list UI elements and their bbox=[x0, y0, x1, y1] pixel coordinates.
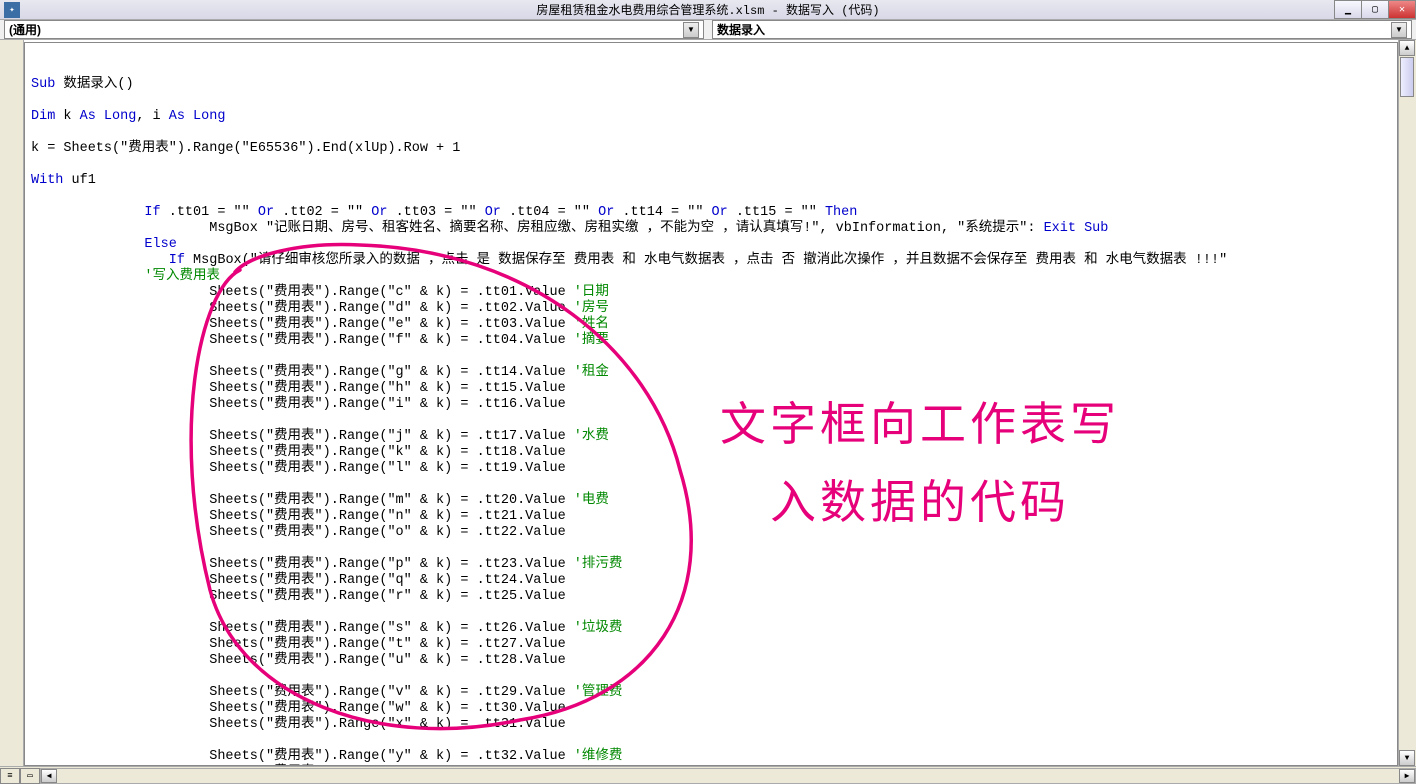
scroll-thumb[interactable] bbox=[1400, 57, 1414, 97]
code-line[interactable]: Sheets("费用表").Range("q" & k) = .tt24.Val… bbox=[31, 573, 1391, 589]
code-content[interactable]: Sub 数据录入() Dim k As Long, i As Long k = … bbox=[25, 75, 1397, 766]
code-line[interactable] bbox=[31, 733, 1391, 749]
minimize-button[interactable]: ▁ bbox=[1334, 0, 1362, 19]
code-line[interactable]: MsgBox "记账日期、房号、租客姓名、摘要名称、房租应缴、房租实缴 ，不能为… bbox=[31, 221, 1391, 237]
maximize-button[interactable]: ▢ bbox=[1361, 0, 1389, 19]
scroll-up-button[interactable]: ▲ bbox=[1399, 40, 1415, 56]
window-controls: ▁ ▢ ✕ bbox=[1335, 0, 1416, 20]
window-title: 房屋租赁租金水电费用综合管理系统.xlsm - 数据写入 (代码) bbox=[536, 1, 879, 18]
scroll-down-button[interactable]: ▼ bbox=[1399, 750, 1415, 766]
code-line[interactable]: k = Sheets("费用表").Range("E65536").End(xl… bbox=[31, 141, 1391, 157]
code-line[interactable] bbox=[31, 93, 1391, 109]
object-dropdown[interactable]: (通用) ▼ bbox=[4, 20, 704, 39]
code-line[interactable] bbox=[31, 413, 1391, 429]
code-line[interactable]: Sheets("费用表").Range("l" & k) = .tt19.Val… bbox=[31, 461, 1391, 477]
code-line[interactable] bbox=[31, 541, 1391, 557]
code-line[interactable]: Sheets("费用表").Range("r" & k) = .tt25.Val… bbox=[31, 589, 1391, 605]
code-line[interactable]: '写入费用表 bbox=[31, 269, 1391, 285]
code-line[interactable]: Sub 数据录入() bbox=[31, 77, 1391, 93]
code-line[interactable] bbox=[31, 605, 1391, 621]
chevron-down-icon: ▼ bbox=[1391, 22, 1407, 38]
title-bar: ✦ 房屋租赁租金水电费用综合管理系统.xlsm - 数据写入 (代码) ▁ ▢ … bbox=[0, 0, 1416, 20]
horizontal-scrollbar[interactable]: ◀ ▶ bbox=[40, 768, 1416, 784]
code-line[interactable]: Else bbox=[31, 237, 1391, 253]
code-line[interactable]: With uf1 bbox=[31, 173, 1391, 189]
code-line[interactable]: Sheets("费用表").Range("m" & k) = .tt20.Val… bbox=[31, 493, 1391, 509]
code-line[interactable]: Sheets("费用表").Range("p" & k) = .tt23.Val… bbox=[31, 557, 1391, 573]
bottom-bar: ≡ ▭ ◀ ▶ bbox=[0, 766, 1416, 784]
code-line[interactable]: Sheets("费用表").Range("n" & k) = .tt21.Val… bbox=[31, 509, 1391, 525]
code-line[interactable]: Sheets("费用表").Range("v" & k) = .tt29.Val… bbox=[31, 685, 1391, 701]
code-editor[interactable]: Sub 数据录入() Dim k As Long, i As Long k = … bbox=[24, 42, 1398, 766]
scroll-right-button[interactable]: ▶ bbox=[1399, 769, 1415, 783]
code-line[interactable]: Dim k As Long, i As Long bbox=[31, 109, 1391, 125]
code-line[interactable]: Sheets("费用表").Range("w" & k) = .tt30.Val… bbox=[31, 701, 1391, 717]
vertical-scrollbar[interactable]: ▲ ▼ bbox=[1398, 40, 1416, 766]
procedure-dropdown[interactable]: 数据录入 ▼ bbox=[712, 20, 1412, 39]
margin-indicator-bar bbox=[0, 40, 24, 784]
code-line[interactable]: Sheets("费用表").Range("i" & k) = .tt16.Val… bbox=[31, 397, 1391, 413]
code-line[interactable] bbox=[31, 477, 1391, 493]
code-line[interactable]: If .tt01 = "" Or .tt02 = "" Or .tt03 = "… bbox=[31, 205, 1391, 221]
code-line[interactable]: Sheets("费用表").Range("g" & k) = .tt14.Val… bbox=[31, 365, 1391, 381]
code-line[interactable]: Sheets("费用表").Range("h" & k) = .tt15.Val… bbox=[31, 381, 1391, 397]
code-line[interactable]: Sheets("费用表").Range("o" & k) = .tt22.Val… bbox=[31, 525, 1391, 541]
scroll-left-button[interactable]: ◀ bbox=[41, 769, 57, 783]
code-line[interactable] bbox=[31, 669, 1391, 685]
code-line[interactable]: Sheets("费用表").Range("y" & k) = .tt32.Val… bbox=[31, 749, 1391, 765]
code-line[interactable]: Sheets("费用表").Range("t" & k) = .tt27.Val… bbox=[31, 637, 1391, 653]
code-line[interactable]: If MsgBox("请仔细审核您所录入的数据 ，点击 是 数据保存至 费用表 … bbox=[31, 253, 1391, 269]
full-module-view-button[interactable]: ▭ bbox=[20, 768, 40, 784]
code-line[interactable]: Sheets("费用表").Range("j" & k) = .tt17.Val… bbox=[31, 429, 1391, 445]
code-line[interactable] bbox=[31, 349, 1391, 365]
procedure-view-button[interactable]: ≡ bbox=[0, 768, 20, 784]
code-line[interactable]: Sheets("费用表").Range("s" & k) = .tt26.Val… bbox=[31, 621, 1391, 637]
code-line[interactable]: Sheets("费用表").Range("e" & k) = .tt03.Val… bbox=[31, 317, 1391, 333]
code-line[interactable]: Sheets("费用表").Range("u" & k) = .tt28.Val… bbox=[31, 653, 1391, 669]
code-line[interactable]: Sheets("费用表").Range("c" & k) = .tt01.Val… bbox=[31, 285, 1391, 301]
object-procedure-row: (通用) ▼ 数据录入 ▼ bbox=[0, 20, 1416, 40]
code-line[interactable]: Sheets("费用表").Range("k" & k) = .tt18.Val… bbox=[31, 445, 1391, 461]
code-line[interactable]: Sheets("费用表").Range("x" & k) = .tt31.Val… bbox=[31, 717, 1391, 733]
procedure-dropdown-value: 数据录入 bbox=[717, 21, 765, 38]
code-line[interactable]: Sheets("费用表").Range("d" & k) = .tt02.Val… bbox=[31, 301, 1391, 317]
code-line[interactable] bbox=[31, 189, 1391, 205]
vbe-icon: ✦ bbox=[4, 2, 20, 18]
close-button[interactable]: ✕ bbox=[1388, 0, 1416, 19]
object-dropdown-value: (通用) bbox=[9, 21, 41, 38]
code-line[interactable]: Sheets("费用表").Range("f" & k) = .tt04.Val… bbox=[31, 333, 1391, 349]
code-line[interactable] bbox=[31, 157, 1391, 173]
chevron-down-icon: ▼ bbox=[683, 22, 699, 38]
code-line[interactable] bbox=[31, 125, 1391, 141]
